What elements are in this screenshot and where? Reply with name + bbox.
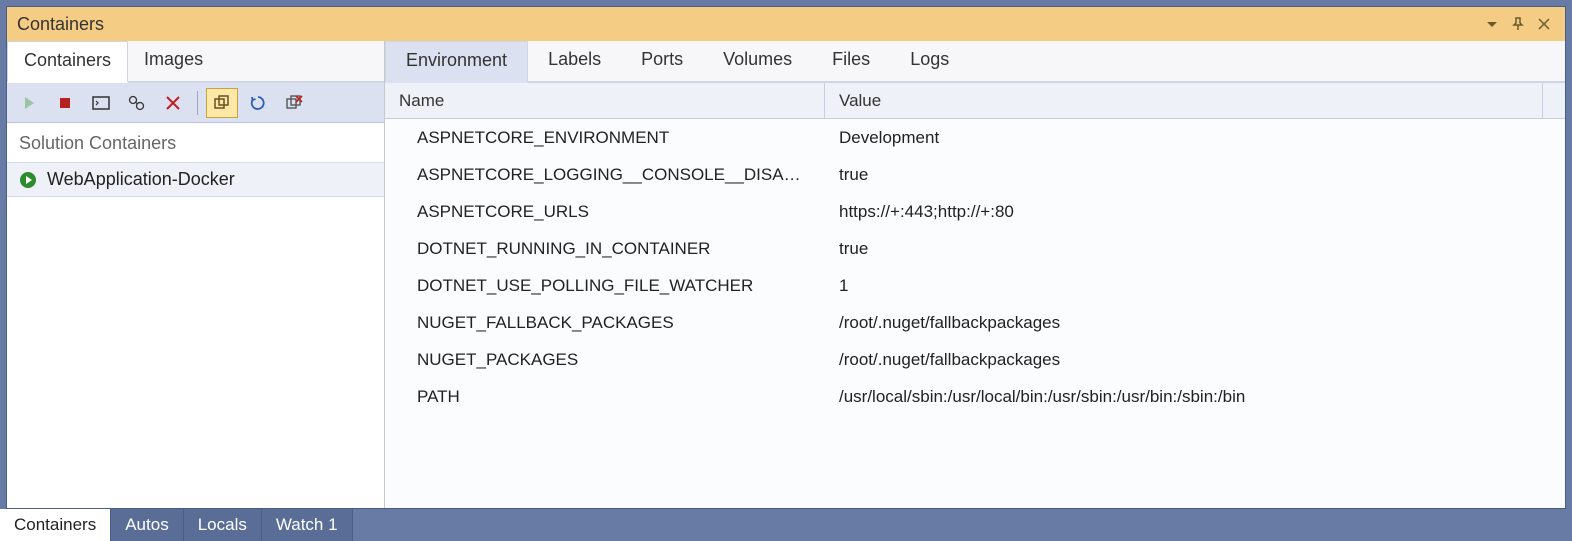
tab-files[interactable]: Files: [812, 41, 890, 81]
prune-button[interactable]: [278, 88, 310, 118]
tab-labels[interactable]: Labels: [528, 41, 621, 81]
env-name: NUGET_FALLBACK_PACKAGES: [385, 313, 825, 333]
window-title: Containers: [17, 14, 104, 35]
grid-header: Name Value: [385, 83, 1565, 119]
stop-button[interactable]: [49, 88, 81, 118]
tab-volumes[interactable]: Volumes: [703, 41, 812, 81]
left-pane: Containers Images: [7, 41, 385, 508]
bottom-tab-containers[interactable]: Containers: [0, 509, 111, 541]
table-row[interactable]: DOTNET_RUNNING_IN_CONTAINERtrue: [385, 230, 1565, 267]
container-item[interactable]: WebApplication-Docker: [7, 162, 384, 197]
env-name: NUGET_PACKAGES: [385, 350, 825, 370]
env-name: PATH: [385, 387, 825, 407]
tab-environment[interactable]: Environment: [385, 41, 528, 83]
env-name: DOTNET_USE_POLLING_FILE_WATCHER: [385, 276, 825, 296]
containers-tool-window: Containers Containers Images: [6, 6, 1566, 509]
show-all-button[interactable]: [206, 88, 238, 118]
env-value: https://+:443;http://+:80: [825, 202, 1565, 222]
environment-grid[interactable]: ASPNETCORE_ENVIRONMENTDevelopment ASPNET…: [385, 119, 1565, 508]
start-button[interactable]: [13, 88, 45, 118]
env-name: ASPNETCORE_URLS: [385, 202, 825, 222]
container-name: WebApplication-Docker: [47, 169, 235, 190]
content-area: Containers Images: [7, 41, 1565, 508]
env-value: /root/.nuget/fallbackpackages: [825, 350, 1565, 370]
env-value: /usr/local/sbin:/usr/local/bin:/usr/sbin…: [825, 387, 1565, 407]
bottom-tab-autos[interactable]: Autos: [111, 509, 183, 541]
group-header-solution: Solution Containers: [7, 123, 384, 162]
env-name: DOTNET_RUNNING_IN_CONTAINER: [385, 239, 825, 259]
window-options-dropdown-icon[interactable]: [1481, 13, 1503, 35]
detail-tabs: Environment Labels Ports Volumes Files L…: [385, 41, 1565, 83]
env-value: true: [825, 165, 1565, 185]
column-header-name[interactable]: Name: [385, 83, 825, 118]
tab-containers[interactable]: Containers: [7, 41, 128, 83]
left-tabs: Containers Images: [7, 41, 384, 83]
table-row[interactable]: NUGET_PACKAGES/root/.nuget/fallbackpacka…: [385, 341, 1565, 378]
column-header-value[interactable]: Value: [825, 83, 1543, 118]
toolbar-separator: [197, 91, 198, 115]
table-row[interactable]: NUGET_FALLBACK_PACKAGES/root/.nuget/fall…: [385, 304, 1565, 341]
env-value: true: [825, 239, 1565, 259]
env-name: ASPNETCORE_LOGGING__CONSOLE__DISA…: [385, 165, 825, 185]
right-pane: Environment Labels Ports Volumes Files L…: [385, 41, 1565, 508]
remove-button[interactable]: [157, 88, 189, 118]
bottom-tab-watch1[interactable]: Watch 1: [262, 509, 353, 541]
env-name: ASPNETCORE_ENVIRONMENT: [385, 128, 825, 148]
bottom-tab-locals[interactable]: Locals: [184, 509, 262, 541]
terminal-button[interactable]: [85, 88, 117, 118]
bottom-tool-tabs: Containers Autos Locals Watch 1: [0, 509, 1572, 541]
pin-icon[interactable]: [1507, 13, 1529, 35]
table-row[interactable]: DOTNET_USE_POLLING_FILE_WATCHER1: [385, 267, 1565, 304]
running-icon: [19, 171, 37, 189]
titlebar[interactable]: Containers: [7, 7, 1565, 41]
env-value: Development: [825, 128, 1565, 148]
table-row[interactable]: ASPNETCORE_LOGGING__CONSOLE__DISA…true: [385, 156, 1565, 193]
tab-images[interactable]: Images: [128, 41, 219, 81]
tab-logs[interactable]: Logs: [890, 41, 969, 81]
env-value: 1: [825, 276, 1565, 296]
table-row[interactable]: PATH/usr/local/sbin:/usr/local/bin:/usr/…: [385, 378, 1565, 415]
close-icon[interactable]: [1533, 13, 1555, 35]
table-row[interactable]: ASPNETCORE_URLShttps://+:443;http://+:80: [385, 193, 1565, 230]
refresh-button[interactable]: [242, 88, 274, 118]
attach-debugger-button[interactable]: [121, 88, 153, 118]
tab-ports[interactable]: Ports: [621, 41, 703, 81]
containers-toolbar: [7, 83, 384, 123]
table-row[interactable]: ASPNETCORE_ENVIRONMENTDevelopment: [385, 119, 1565, 156]
env-value: /root/.nuget/fallbackpackages: [825, 313, 1565, 333]
